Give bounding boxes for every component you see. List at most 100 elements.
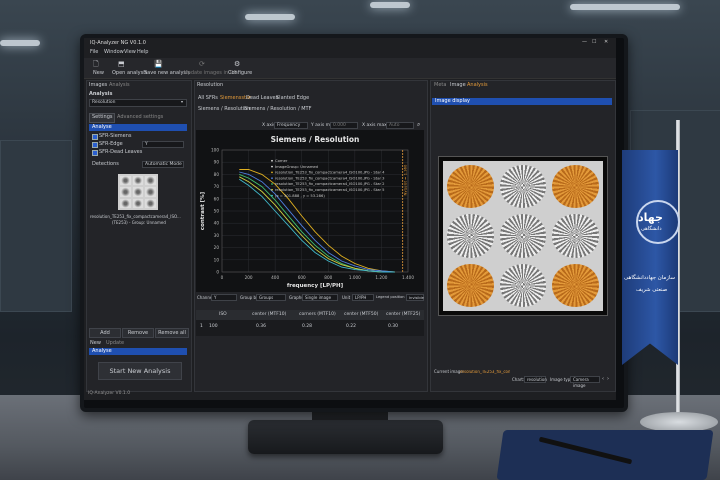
legend-entry: resolution_TE253_fix_compactcamera4_ISO1… [275,188,385,192]
ceiling-light [245,14,295,20]
update-icon[interactable]: ⟳ [199,61,205,68]
cell-iso: 100 [209,324,218,329]
x-axis-select[interactable]: Frequency [274,122,308,129]
image-caption: resolution_TE253_fix_compactcamera4_ISO.… [90,214,181,219]
x-axis-max-input[interactable]: Auto [386,122,414,129]
tab-settings-label: Settings [92,114,113,120]
analysis-label: Analysis [89,91,113,97]
close-icon[interactable]: ✕ [604,40,608,45]
y-tick-label: 20 [214,245,220,250]
analyse-label: Analyse [92,124,112,130]
legend-marker [271,194,273,197]
tab-new[interactable]: New [90,341,101,346]
window-title: IQ-Analyzer NG V0.1.0 [90,40,146,46]
checkbox-sfr-siemens[interactable] [92,134,98,140]
chevron-right-icon[interactable]: › [607,377,609,382]
image-group-caption: (TE253) - Group: Unnamed [112,220,166,225]
legend-marker [271,188,273,191]
legend-marker [271,159,273,162]
checkbox-sfr-dead-leaves[interactable] [92,150,98,156]
edge-channel-select[interactable]: Y [142,141,184,148]
chart-select[interactable]: resolution [524,376,547,383]
x-tick-label: 600 [298,275,306,280]
cell-center-mtf25: 0.30 [388,324,399,329]
add-button[interactable]: Add [89,328,121,338]
legend-entry: resolution_TE253_fix_compactcamera4_ISO1… [275,182,385,186]
breadcrumb-1: Siemens / Resolution [198,106,251,112]
analysis-select[interactable]: Resolution [89,99,187,107]
tab-slanted-edge[interactable]: Slanted Edge [276,96,309,101]
nyquist-label: Nyquist = 1.360 [403,164,408,195]
flag-base [640,412,718,432]
x-tick-label: 200 [245,275,253,280]
maximize-icon[interactable]: ☐ [592,40,596,45]
monitor-stand-base [248,420,443,454]
y-tick-label: 10 [214,257,220,262]
y-tick-label: 0 [216,270,219,275]
menu-help[interactable]: Help [137,50,148,55]
chevron-down-icon[interactable]: ▾ [181,100,183,104]
group-by-select[interactable]: Groups [256,294,286,301]
chevron-left-icon[interactable]: ‹ [602,377,604,382]
y-tick-label: 30 [214,233,220,238]
tab-analysis[interactable]: Analysis [109,83,130,88]
footer-version: IQ-Analyzer V0.1.0 [88,391,131,396]
unit-select[interactable]: LP/PH [352,294,374,301]
y-axis-min-input[interactable]: 0.000 [330,122,358,129]
toolbar-new[interactable]: New [93,71,104,76]
x-tick-label: 1.200 [375,275,387,280]
legend-entry: resolution_TE253_fix_compactcamera4_ISO1… [275,176,385,180]
remove-all-button[interactable]: Remove all [155,328,189,338]
search-icon[interactable]: ⌕ [417,122,420,128]
breadcrumb-2: Siemens / Resolution / MTF [244,106,312,112]
ceiling-light [0,40,40,46]
start-new-analysis-button[interactable]: Start New Analysis [98,362,182,380]
y-tick-label: 60 [214,196,220,201]
menu-view[interactable]: View [124,50,136,55]
tab-meta[interactable]: Meta [434,83,446,88]
channel-select[interactable]: Y [211,294,237,301]
tab-images[interactable]: Images [89,83,107,88]
chart-label: Chart: [512,377,525,382]
sfr-dead-leaves-label: SFR-Dead Leaves [99,149,143,155]
cell-index: 1 [200,324,203,329]
checkbox-sfr-edge[interactable] [92,142,98,148]
open-icon[interactable]: ⬒ [118,61,125,68]
col-center-mtf10: center (MTF10) [252,312,287,317]
graphs-select[interactable]: Single image [302,294,338,301]
gear-icon[interactable]: ⚙ [234,61,240,68]
y-tick-label: 50 [214,209,220,214]
x-axis-label: frequency [LP/PH] [287,283,344,289]
test-chart-image[interactable] [438,156,608,316]
remove-button[interactable]: Remove [122,328,154,338]
y-tick-label: 100 [211,148,219,153]
menu-file[interactable]: File [90,50,98,55]
tab-all-sfrs[interactable]: All SFRs [198,96,218,101]
image-type-select[interactable]: Camera image [570,376,600,388]
ceiling-light [370,2,410,8]
toolbar-open[interactable]: Open analysis [112,71,147,76]
x-axis-max-label: X axis max [362,123,387,128]
flag-line1: سازمان جهاددانشگاهی [624,275,675,281]
flag-title: جهاد [638,211,663,224]
image-thumbnail[interactable] [118,174,158,210]
new-icon[interactable]: 🗋 [93,61,99,68]
legend-position-select[interactable]: Invisible [406,294,424,301]
detections-select[interactable]: Automatic Mode [142,161,184,168]
tab-dead-leaves[interactable]: Dead Leaves [246,96,278,101]
tab-image[interactable]: Image [450,83,466,88]
toolbar-configure[interactable]: Configure [228,71,252,76]
sfr-edge-label: SFR-Edge [99,141,123,147]
tab-advanced-settings[interactable]: Advanced settings [117,115,163,120]
tab-image-analysis[interactable]: Analysis [467,83,488,88]
save-icon[interactable]: 💾 [154,61,163,68]
mtf-chart[interactable]: Siemens / Resolution 0 10 20 30 40 50 60 70 80 90 1… [196,130,424,292]
x-tick-label: 0 [221,275,224,280]
minimize-icon[interactable]: — [582,40,587,45]
legend-marker [271,183,273,185]
current-image-value: resolution_TE253_fix_compactcamera4_ISO1… [460,370,510,374]
menu-window[interactable]: Window [104,50,124,55]
unit-label: Unit [342,295,351,300]
legend-position-label: Legend position [376,295,405,299]
tab-update[interactable]: Update [106,341,124,346]
